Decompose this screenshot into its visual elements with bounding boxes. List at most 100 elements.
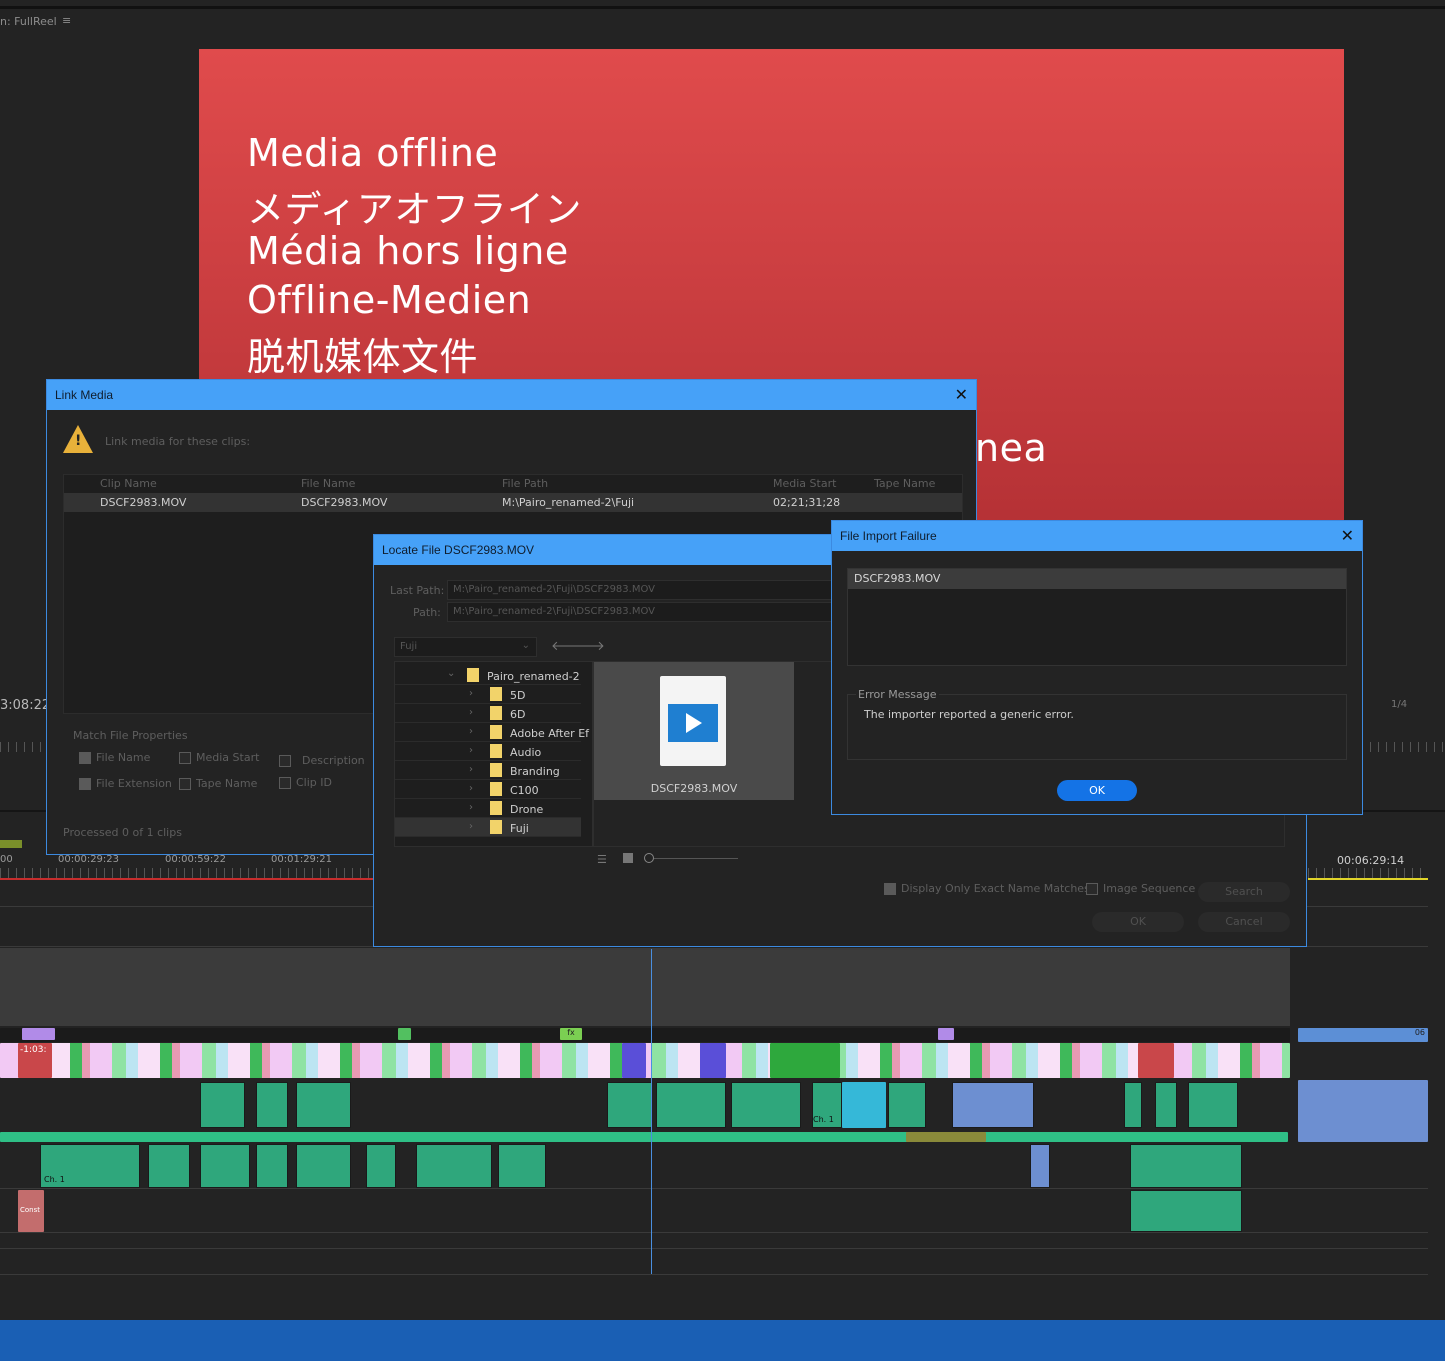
render-bar-red bbox=[0, 878, 375, 880]
tree-item-6d[interactable]: › 6D bbox=[395, 704, 581, 723]
audio-clip[interactable] bbox=[416, 1144, 492, 1188]
audio-clip-right[interactable] bbox=[1298, 1080, 1428, 1142]
audio-clip[interactable] bbox=[952, 1082, 1034, 1128]
table-row[interactable]: DSCF2983.MOV DSCF2983.MOV M:\Pairo_renam… bbox=[64, 493, 962, 512]
folder-dropdown-value: Fuji bbox=[400, 641, 418, 652]
link-media-close-icon[interactable]: ✕ bbox=[955, 385, 968, 405]
exact-match-checkbox[interactable] bbox=[884, 883, 896, 895]
audio-clip[interactable] bbox=[200, 1082, 245, 1128]
panel-menu-icon[interactable]: ≡ bbox=[62, 14, 71, 27]
fx-clip[interactable]: fx bbox=[560, 1028, 582, 1040]
tree-item-audio[interactable]: › Audio bbox=[395, 742, 581, 761]
folder-icon bbox=[490, 820, 502, 834]
tree-item-c100[interactable]: › C100 bbox=[395, 780, 581, 799]
sequence-label: n: FullReel bbox=[0, 15, 57, 28]
link-media-titlebar[interactable]: Link Media ✕ bbox=[47, 380, 976, 410]
clip-id-label: Clip ID bbox=[296, 776, 332, 789]
tree-item-branding[interactable]: › Branding bbox=[395, 761, 581, 780]
audio-clip[interactable] bbox=[256, 1144, 288, 1188]
audio-clip[interactable] bbox=[731, 1082, 801, 1128]
audio-clip[interactable] bbox=[256, 1082, 288, 1128]
list-view-icon[interactable]: ☰ bbox=[597, 853, 607, 866]
tree-item-label: 5D bbox=[510, 689, 526, 702]
file-name-checkbox[interactable] bbox=[79, 752, 91, 764]
import-failure-titlebar[interactable]: File Import Failure ✕ bbox=[832, 521, 1362, 551]
tree-item-5d[interactable]: › 5D bbox=[395, 685, 581, 704]
link-media-title: Link Media bbox=[55, 388, 114, 402]
tape-name-label: Tape Name bbox=[196, 777, 258, 790]
folder-icon bbox=[490, 763, 502, 777]
playhead-timecode[interactable]: 3:08:22 bbox=[0, 698, 50, 713]
icon-view-icon[interactable] bbox=[623, 853, 633, 863]
video-clip[interactable] bbox=[1138, 1043, 1174, 1078]
audio-clip[interactable] bbox=[656, 1082, 726, 1128]
audio-clip-ch[interactable]: Ch. 1 bbox=[40, 1144, 140, 1188]
media-start-checkbox[interactable] bbox=[179, 752, 191, 764]
tree-item-fuji[interactable]: › Fuji bbox=[395, 818, 581, 837]
video-clip[interactable] bbox=[770, 1043, 840, 1078]
video-clip[interactable] bbox=[938, 1028, 954, 1040]
audio-clip[interactable] bbox=[888, 1082, 926, 1128]
zoom-slider-handle[interactable] bbox=[644, 853, 654, 863]
resolution-dropdown[interactable]: 1/4 bbox=[1391, 699, 1407, 710]
offline-clip[interactable]: -1:03: bbox=[18, 1043, 52, 1078]
audio-clip[interactable] bbox=[1130, 1190, 1242, 1232]
locate-ok-button[interactable]: OK bbox=[1092, 912, 1184, 932]
last-path-field[interactable]: M:\Pairo_renamed-2\Fuji\DSCF2983.MOV bbox=[447, 580, 832, 600]
audio-clip[interactable] bbox=[366, 1144, 396, 1188]
audio-clip[interactable] bbox=[296, 1144, 351, 1188]
audio-clip[interactable] bbox=[1124, 1082, 1142, 1128]
locate-cancel-button[interactable]: Cancel bbox=[1198, 912, 1290, 932]
marker-track bbox=[0, 1028, 1290, 1042]
audio-clip[interactable] bbox=[1130, 1144, 1242, 1188]
tree-item-root[interactable]: ⌄ Pairo_renamed-2 bbox=[395, 666, 581, 685]
file-extension-checkbox[interactable] bbox=[79, 778, 91, 790]
music-track[interactable] bbox=[0, 1132, 1288, 1142]
timeline-tc-0: 00 bbox=[0, 854, 13, 865]
folder-dropdown[interactable]: Fuji ⌄ bbox=[394, 637, 537, 657]
audio-clip[interactable] bbox=[1155, 1082, 1177, 1128]
timeline-ruler-left[interactable] bbox=[0, 868, 375, 878]
video-clip[interactable] bbox=[22, 1028, 55, 1040]
audio-clip[interactable] bbox=[842, 1082, 886, 1128]
import-failure-ok-button[interactable]: OK bbox=[1057, 780, 1137, 801]
search-button[interactable]: Search bbox=[1198, 882, 1290, 902]
audio-clip[interactable] bbox=[498, 1144, 546, 1188]
chevron-right-icon: › bbox=[469, 745, 473, 756]
graphics-clip[interactable]: Const bbox=[18, 1190, 44, 1232]
tape-name-checkbox[interactable] bbox=[179, 778, 191, 790]
timeline-tc-1: 00:00:29:23 bbox=[58, 854, 120, 865]
video-clip[interactable] bbox=[700, 1043, 726, 1078]
col-clip-name[interactable]: Clip Name bbox=[100, 477, 157, 490]
audio-clip-ch[interactable]: Ch. 1 bbox=[812, 1082, 842, 1128]
audio-clip[interactable] bbox=[148, 1144, 190, 1188]
chevron-down-icon: ⌄ bbox=[447, 668, 456, 679]
tree-item-drone[interactable]: › Drone bbox=[395, 799, 581, 818]
list-item[interactable]: DSCF2983.MOV bbox=[848, 569, 1346, 589]
forward-arrow-icon[interactable]: 🡒 bbox=[570, 638, 605, 654]
audio-clip[interactable] bbox=[296, 1082, 351, 1128]
audio-clip[interactable] bbox=[1188, 1082, 1238, 1128]
path-field[interactable]: M:\Pairo_renamed-2\Fuji\DSCF2983.MOV bbox=[447, 602, 832, 622]
file-tile[interactable]: DSCF2983.MOV bbox=[594, 662, 794, 800]
timeline-ruler-right[interactable] bbox=[1308, 868, 1428, 878]
tree-item-adobe-after-ef[interactable]: › Adobe After Ef bbox=[395, 723, 589, 742]
col-file-path[interactable]: File Path bbox=[502, 477, 548, 490]
playhead[interactable] bbox=[651, 949, 652, 1274]
video-clip[interactable] bbox=[622, 1043, 646, 1078]
monitor-ruler-right bbox=[1362, 742, 1445, 752]
last-path-label: Last Path: bbox=[390, 584, 445, 597]
zoom-slider-track[interactable] bbox=[654, 858, 738, 859]
audio-clip[interactable] bbox=[200, 1144, 250, 1188]
import-failure-close-icon[interactable]: ✕ bbox=[1341, 526, 1354, 546]
image-sequence-checkbox[interactable] bbox=[1086, 883, 1098, 895]
col-file-name[interactable]: File Name bbox=[301, 477, 355, 490]
video-clip[interactable] bbox=[398, 1028, 411, 1040]
clip-id-checkbox[interactable] bbox=[279, 777, 291, 789]
description-checkbox[interactable] bbox=[279, 755, 291, 767]
col-tape-name[interactable]: Tape Name bbox=[874, 477, 935, 490]
audio-clip[interactable] bbox=[607, 1082, 652, 1128]
col-media-start[interactable]: Media Start bbox=[773, 477, 836, 490]
audio-clip[interactable] bbox=[1030, 1144, 1050, 1188]
clip-06[interactable]: 06 bbox=[1298, 1028, 1428, 1042]
